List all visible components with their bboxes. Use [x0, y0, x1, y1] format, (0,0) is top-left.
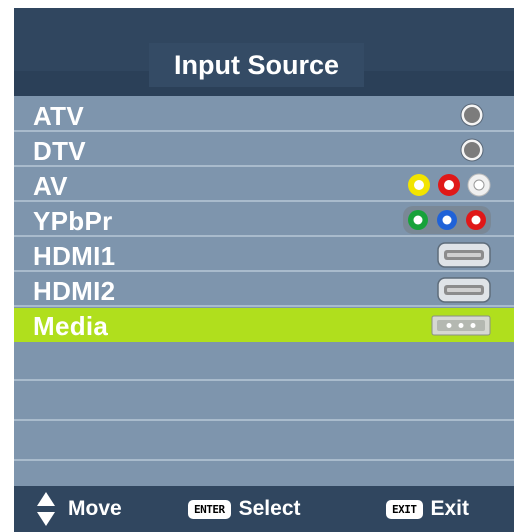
title-plate: Input Source	[149, 43, 364, 87]
source-label: Media	[33, 311, 109, 341]
move-hint: Move	[36, 486, 122, 532]
hdmi-port-icon	[437, 277, 491, 303]
source-item-hdmi2[interactable]: HDMI2	[14, 273, 514, 307]
source-item-media[interactable]: Media	[14, 308, 514, 342]
source-label: ATV	[33, 101, 84, 131]
move-label: Move	[68, 497, 122, 520]
input-source-menu: Input Source ATV DTV AV YPbPr HDMI1 HDMI…	[14, 8, 514, 532]
tv-antenna-port-icon	[460, 103, 484, 127]
source-item-ypbpr[interactable]: YPbPr	[14, 203, 514, 237]
composite-av-ports-icon	[408, 173, 491, 197]
menu-title: Input Source	[173, 50, 339, 80]
exit-label: Exit	[430, 497, 470, 520]
enter-key: ENTER	[188, 499, 231, 519]
empty-row	[14, 383, 514, 421]
menu-footer: Move ENTER Select EXIT Exit	[14, 486, 514, 532]
up-down-arrows-icon	[37, 492, 55, 526]
exit-hint: EXIT Exit	[386, 486, 469, 532]
tv-antenna-port-icon	[460, 138, 484, 162]
source-item-av[interactable]: AV	[14, 168, 514, 202]
empty-row	[14, 423, 514, 461]
source-label: HDMI1	[33, 241, 116, 271]
source-item-dtv[interactable]: DTV	[14, 133, 514, 167]
usb-media-port-icon	[431, 315, 491, 336]
select-hint: ENTER Select	[188, 486, 301, 532]
source-label: YPbPr	[33, 206, 113, 236]
menu-header: Input Source	[14, 8, 514, 96]
source-label: HDMI2	[33, 276, 116, 306]
source-item-atv[interactable]: ATV	[14, 98, 514, 132]
source-label: DTV	[33, 136, 86, 166]
component-ypbpr-ports-icon	[403, 206, 491, 234]
source-item-hdmi1[interactable]: HDMI1	[14, 238, 514, 272]
hdmi-port-icon	[437, 242, 491, 268]
exit-key: EXIT	[386, 499, 423, 519]
empty-row	[14, 343, 514, 381]
source-label: AV	[33, 171, 68, 201]
select-label: Select	[238, 497, 301, 520]
